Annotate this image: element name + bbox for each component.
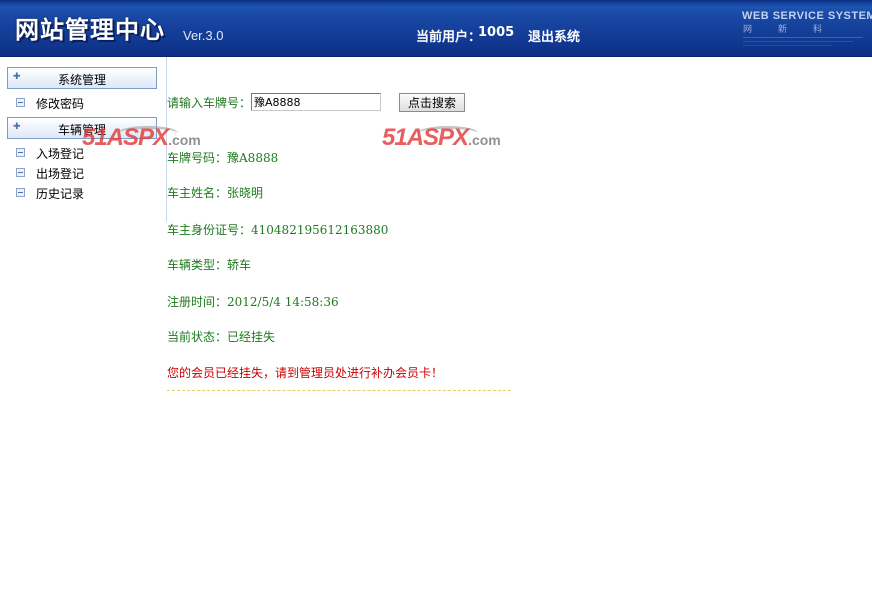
result-value: 已经挂失	[227, 330, 276, 344]
sidebar-group-system[interactable]: ✚ 系统管理	[7, 67, 157, 89]
brand-text: WEB SERVICE SYSTEM	[742, 10, 872, 22]
search-button[interactable]: 点击搜索	[399, 93, 465, 112]
divider	[167, 390, 511, 391]
sidebar-item-label: 历史记录	[36, 187, 85, 201]
brand-logo: WEB SERVICE SYSTEM 网新科	[734, 0, 872, 56]
result-label: 车主姓名：	[167, 186, 228, 200]
current-user-label: 当前用户：	[416, 30, 482, 45]
sidebar-group-vehicle[interactable]: ✚ 车辆管理	[7, 117, 157, 139]
result-register-time: 注册时间：2012/5/4 14:58:36	[167, 293, 339, 310]
search-label: 请输入车牌号：	[167, 96, 252, 110]
result-owner: 车主姓名：张晓明	[167, 184, 263, 201]
brand-divider	[743, 45, 833, 46]
result-value: 豫A8888	[227, 151, 279, 165]
result-label: 当前状态：	[167, 330, 228, 344]
bullet-icon	[16, 188, 25, 197]
result-id-number: 车主身份证号：410482195612163880	[167, 221, 388, 238]
result-label: 车牌号码：	[167, 151, 228, 165]
sidebar: ✚ 系统管理 修改密码 ✚ 车辆管理 入场登记 出场登记 历史记录	[0, 57, 167, 222]
sidebar-item-label: 出场登记	[36, 167, 85, 181]
brand-divider	[743, 41, 853, 42]
result-value: 2012/5/4 14:58:36	[227, 295, 339, 309]
main-content: 请输入车牌号： 点击搜索 车牌号码：豫A8888 车主姓名：张晓明 车主身份证号…	[167, 57, 872, 595]
result-value: 张晓明	[227, 186, 264, 200]
result-vehicle-type: 车辆类型：轿车	[167, 256, 251, 273]
sidebar-group-label: 车辆管理	[57, 123, 106, 137]
result-plate: 车牌号码：豫A8888	[167, 149, 278, 166]
result-label: 车主身份证号：	[167, 223, 252, 237]
bullet-icon	[16, 148, 25, 157]
bullet-icon	[16, 98, 25, 107]
lost-card-alert: 您的会员已经挂失，请到管理员处进行补办会员卡！	[167, 366, 444, 380]
brand-subtext: 网新科	[743, 25, 849, 35]
logout-link[interactable]: 退出系统	[528, 26, 580, 45]
version-label: Ver.3.0	[183, 28, 224, 43]
result-status: 当前状态：已经挂失	[167, 328, 275, 345]
top-header: 网站管理中心 Ver.3.0 当前用户： 1005 退出系统 WEB SERVI…	[0, 0, 872, 57]
sidebar-group-label: 系统管理	[57, 73, 106, 87]
sidebar-item-label: 修改密码	[36, 97, 85, 111]
result-value: 410482195612163880	[251, 223, 389, 237]
plate-search-input[interactable]	[251, 93, 381, 111]
result-value: 轿车	[227, 258, 252, 272]
site-title: 网站管理中心	[15, 16, 165, 44]
bullet-icon	[16, 168, 25, 177]
sidebar-item-label: 入场登记	[36, 147, 85, 161]
result-label: 注册时间：	[167, 295, 228, 309]
result-label: 车辆类型：	[167, 258, 228, 272]
current-user-id: 1005	[478, 25, 515, 40]
brand-divider	[743, 37, 863, 38]
